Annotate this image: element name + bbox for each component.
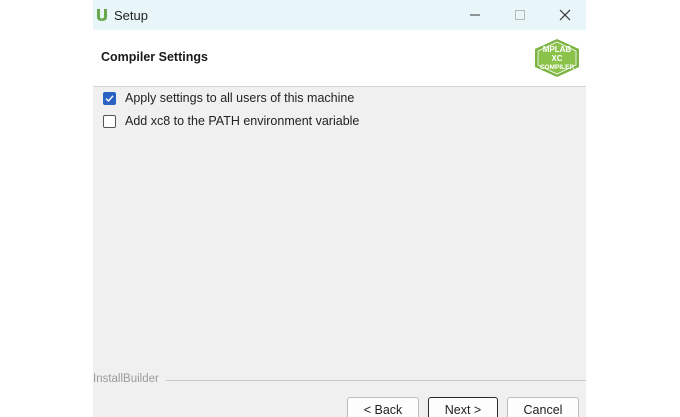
title-bar[interactable]: Setup bbox=[93, 0, 586, 30]
apply-all-users-checkbox[interactable] bbox=[103, 91, 116, 105]
option-add-to-path[interactable]: Add xc8 to the PATH environment variable bbox=[103, 114, 359, 128]
minimize-icon bbox=[470, 14, 480, 16]
mplab-xc-compiler-logo: MPLAB XC COMPILER bbox=[535, 39, 579, 77]
app-icon bbox=[95, 8, 109, 22]
apply-all-users-label: Apply settings to all users of this mach… bbox=[125, 91, 355, 105]
add-to-path-checkbox[interactable] bbox=[103, 114, 116, 128]
back-button[interactable]: < Back bbox=[347, 397, 419, 417]
minimize-button[interactable] bbox=[452, 0, 498, 30]
cancel-button[interactable]: Cancel bbox=[507, 397, 579, 417]
logo-top-text: MPLAB bbox=[543, 45, 572, 54]
wizard-header: Compiler Settings MPLAB XC COMPILER bbox=[93, 30, 586, 87]
installbuilder-brand: InstallBuilder bbox=[93, 373, 159, 385]
setup-window: Setup Compiler Settings MPLAB XC COMPILE… bbox=[93, 0, 586, 417]
next-button[interactable]: Next > bbox=[428, 397, 498, 417]
maximize-button bbox=[497, 0, 543, 30]
close-icon bbox=[559, 9, 571, 21]
screen: Setup Compiler Settings MPLAB XC COMPILE… bbox=[0, 0, 680, 417]
add-to-path-label: Add xc8 to the PATH environment variable bbox=[125, 114, 360, 128]
footer-divider bbox=[166, 380, 586, 381]
checkmark-icon bbox=[105, 94, 114, 102]
close-button[interactable] bbox=[542, 0, 586, 30]
page-title: Compiler Settings bbox=[101, 50, 208, 64]
logo-middle-text: XC bbox=[551, 54, 562, 63]
option-apply-all-users[interactable]: Apply settings to all users of this mach… bbox=[103, 91, 354, 105]
maximize-icon bbox=[515, 10, 525, 20]
window-title: Setup bbox=[114, 8, 148, 23]
logo-bottom-text: COMPILER bbox=[540, 64, 575, 71]
